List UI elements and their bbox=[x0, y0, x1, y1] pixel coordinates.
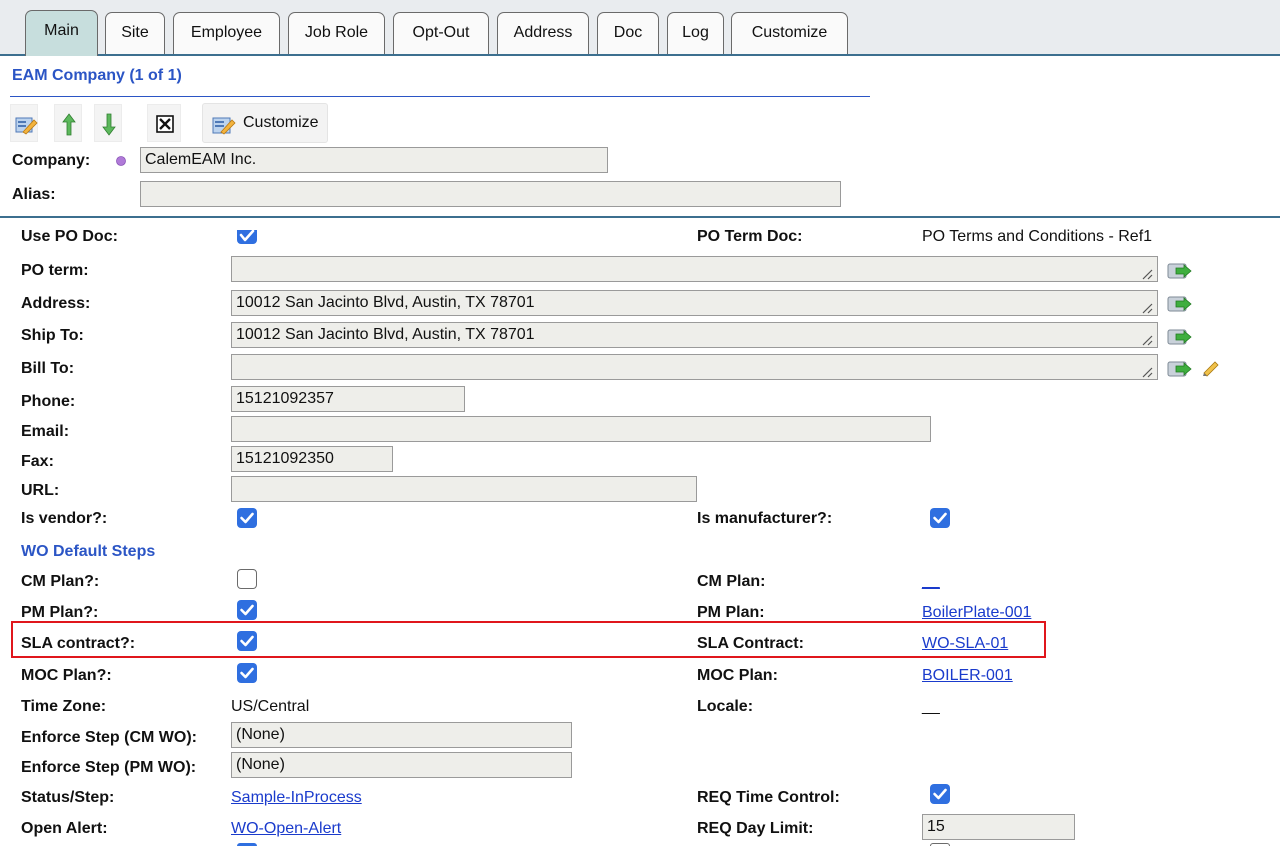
checkmark-icon bbox=[240, 667, 254, 679]
tab-employee[interactable]: Employee bbox=[173, 12, 280, 54]
cm-plan-label: CM Plan: bbox=[697, 573, 766, 590]
company-field[interactable]: CalemEAM Inc. bbox=[140, 147, 608, 173]
moc-plan-checkbox[interactable] bbox=[237, 663, 257, 683]
checkmark-icon bbox=[240, 512, 254, 524]
url-label: URL: bbox=[21, 482, 60, 499]
phone-label: Phone: bbox=[21, 393, 76, 410]
edit-icon bbox=[15, 117, 38, 135]
wo-default-steps-heading: WO Default Steps bbox=[21, 543, 156, 560]
tab-doc[interactable]: Doc bbox=[597, 12, 659, 54]
edit-button[interactable] bbox=[10, 104, 38, 142]
time-zone-label: Time Zone: bbox=[21, 698, 107, 715]
moc-plan-link[interactable]: BOILER-001 bbox=[922, 667, 1013, 685]
po-term-field[interactable] bbox=[231, 256, 1158, 282]
locale-value: __ bbox=[922, 698, 940, 715]
resize-handle-icon[interactable] bbox=[1140, 365, 1154, 379]
lookup-arrow-icon[interactable] bbox=[1167, 326, 1193, 348]
po-term-doc-value: PO Terms and Conditions - Ref1 bbox=[922, 228, 1153, 245]
required-dot-icon bbox=[116, 156, 126, 166]
alias-field[interactable] bbox=[140, 181, 841, 207]
email-label: Email: bbox=[21, 423, 70, 440]
cm-plan-q-label: CM Plan?: bbox=[21, 573, 100, 590]
open-alert-label: Open Alert: bbox=[21, 820, 108, 837]
tab-main[interactable]: Main bbox=[25, 10, 98, 56]
company-label: Company: bbox=[12, 152, 91, 169]
status-step-link[interactable]: Sample-InProcess bbox=[231, 789, 362, 807]
req-day-limit-label: REQ Day Limit: bbox=[697, 820, 814, 837]
tab-bar: Main Site Employee Job Role Opt-Out Addr… bbox=[0, 0, 1280, 56]
checkmark-icon bbox=[933, 512, 947, 524]
pm-plan-link[interactable]: BoilerPlate-001 bbox=[922, 604, 1031, 622]
email-field[interactable] bbox=[231, 416, 931, 442]
tab-opt-out[interactable]: Opt-Out bbox=[393, 12, 489, 54]
resize-handle-icon[interactable] bbox=[1140, 267, 1154, 281]
title-underline bbox=[10, 96, 870, 97]
fax-label: Fax: bbox=[21, 453, 54, 470]
alias-label: Alias: bbox=[12, 186, 56, 203]
enforce-pm-label: Enforce Step (PM WO): bbox=[21, 759, 197, 776]
close-icon bbox=[156, 115, 174, 133]
address-label: Address: bbox=[21, 295, 91, 312]
pencil-edit-icon[interactable] bbox=[1200, 357, 1222, 377]
lookup-arrow-icon[interactable] bbox=[1167, 260, 1193, 282]
ship-to-label: Ship To: bbox=[21, 327, 84, 344]
close-button[interactable] bbox=[147, 104, 181, 142]
checkmark-icon bbox=[239, 229, 255, 242]
panel-title: EAM Company (1 of 1) bbox=[12, 67, 182, 84]
open-alert-link[interactable]: WO-Open-Alert bbox=[231, 820, 341, 838]
req-time-control-checkbox[interactable] bbox=[930, 784, 950, 804]
is-vendor-checkbox[interactable] bbox=[237, 508, 257, 528]
moc-plan-label: MOC Plan: bbox=[697, 667, 778, 684]
url-field[interactable] bbox=[231, 476, 697, 502]
checkmark-icon bbox=[240, 604, 254, 616]
arrow-up-icon bbox=[62, 113, 76, 136]
is-manufacturer-label: Is manufacturer?: bbox=[697, 510, 833, 527]
lookup-arrow-icon[interactable] bbox=[1167, 293, 1193, 315]
use-po-doc-label: Use PO Doc: bbox=[21, 228, 118, 245]
customize-icon bbox=[212, 117, 236, 135]
lookup-arrow-icon[interactable] bbox=[1167, 358, 1193, 380]
moc-plan-q-label: MOC Plan?: bbox=[21, 667, 112, 684]
req-day-limit-field[interactable]: 15 bbox=[922, 814, 1075, 840]
move-down-button[interactable] bbox=[94, 104, 122, 142]
enforce-cm-label: Enforce Step (CM WO): bbox=[21, 729, 197, 746]
arrow-down-icon bbox=[102, 113, 116, 136]
req-time-control-label: REQ Time Control: bbox=[697, 789, 840, 806]
is-vendor-label: Is vendor?: bbox=[21, 510, 108, 527]
pm-plan-label: PM Plan: bbox=[697, 604, 765, 621]
section-divider bbox=[0, 216, 1280, 218]
is-manufacturer-checkbox[interactable] bbox=[930, 508, 950, 528]
cm-plan-link[interactable]: __ bbox=[922, 573, 940, 591]
po-term-doc-label: PO Term Doc: bbox=[697, 228, 803, 245]
resize-handle-icon[interactable] bbox=[1140, 301, 1154, 315]
enforce-pm-field[interactable]: (None) bbox=[231, 752, 572, 778]
highlight-box bbox=[11, 621, 1046, 658]
ship-to-field[interactable]: 10012 San Jacinto Blvd, Austin, TX 78701 bbox=[231, 322, 1158, 348]
enforce-cm-field[interactable]: (None) bbox=[231, 722, 572, 748]
resize-handle-icon[interactable] bbox=[1140, 333, 1154, 347]
address-field[interactable]: 10012 San Jacinto Blvd, Austin, TX 78701 bbox=[231, 290, 1158, 316]
locale-label: Locale: bbox=[697, 698, 754, 715]
tab-customize[interactable]: Customize bbox=[731, 12, 848, 54]
customize-button[interactable]: Customize bbox=[202, 103, 328, 143]
move-up-button[interactable] bbox=[54, 104, 82, 142]
tab-log[interactable]: Log bbox=[667, 12, 724, 54]
tab-job-role[interactable]: Job Role bbox=[288, 12, 385, 54]
tab-address[interactable]: Address bbox=[497, 12, 589, 54]
time-zone-value: US/Central bbox=[231, 698, 310, 715]
customize-label: Customize bbox=[243, 114, 319, 131]
status-step-label: Status/Step: bbox=[21, 789, 115, 806]
bill-to-field[interactable] bbox=[231, 354, 1158, 380]
po-term-label: PO term: bbox=[21, 262, 89, 279]
tab-site[interactable]: Site bbox=[105, 12, 165, 54]
use-po-doc-checkbox[interactable] bbox=[237, 229, 257, 244]
bill-to-label: Bill To: bbox=[21, 360, 75, 377]
pm-plan-checkbox[interactable] bbox=[237, 600, 257, 620]
fax-field[interactable]: 15121092350 bbox=[231, 446, 393, 472]
cm-plan-checkbox[interactable] bbox=[237, 569, 257, 589]
phone-field[interactable]: 15121092357 bbox=[231, 386, 465, 412]
pm-plan-q-label: PM Plan?: bbox=[21, 604, 99, 621]
checkmark-icon bbox=[933, 788, 947, 800]
